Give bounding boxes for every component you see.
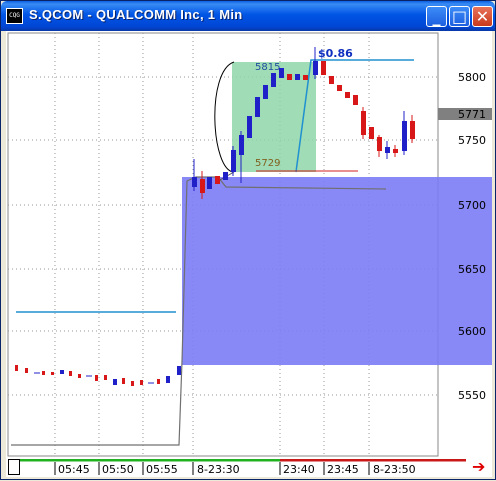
candle — [279, 68, 284, 78]
candle — [25, 368, 28, 373]
candle — [157, 379, 160, 384]
candle — [69, 371, 72, 376]
minimize-icon: _ — [432, 7, 441, 26]
close-button[interactable]: ✕ — [472, 6, 493, 27]
price-label-5700: 5700 — [458, 199, 486, 212]
candle — [329, 76, 334, 84]
current-price-label: 5771 — [458, 108, 486, 121]
time-label: 8-23:50 — [373, 463, 416, 476]
time-axis-bar[interactable]: 05:45 05:50 05:55 8-23:30 23:40 23:45 8-… — [6, 458, 492, 477]
time-label: 05:50 — [102, 463, 134, 476]
price-chart[interactable]: 5815 5729 $0.86 5800 5771 5750 5700 5650… — [6, 31, 492, 459]
candle — [247, 116, 252, 138]
candle — [231, 150, 236, 172]
candle — [369, 127, 374, 139]
candle — [113, 379, 117, 385]
high-label: 5815 — [255, 62, 280, 73]
time-label: 23:45 — [327, 463, 359, 476]
cqg-app-icon[interactable]: CQG — [6, 8, 23, 24]
candle — [402, 121, 407, 151]
candle — [263, 85, 268, 99]
candle — [353, 95, 358, 105]
candle — [15, 365, 18, 371]
candle — [410, 121, 415, 139]
candle — [51, 372, 54, 375]
candle — [223, 172, 228, 180]
title-bar[interactable]: CQG S.QCOM - QUALCOMM Inc, 1 Min _ □ ✕ — [1, 1, 495, 31]
candle — [255, 97, 260, 117]
projection-zone — [182, 177, 492, 365]
candle — [78, 374, 81, 378]
maximize-button[interactable]: □ — [449, 6, 470, 27]
candle — [271, 73, 276, 87]
candle — [287, 74, 292, 80]
right-arrow-icon[interactable]: ➔ — [472, 459, 485, 475]
chart-window: CQG S.QCOM - QUALCOMM Inc, 1 Min _ □ ✕ 5… — [0, 0, 496, 480]
close-icon: ✕ — [475, 7, 490, 26]
candle — [95, 375, 98, 381]
low-label: 5729 — [255, 158, 280, 169]
candle — [177, 366, 181, 375]
candle — [200, 179, 205, 193]
price-label-5750: 5750 — [458, 134, 486, 147]
candle — [192, 177, 197, 187]
scroll-box-icon[interactable] — [8, 459, 20, 475]
time-label: 05:45 — [58, 463, 90, 476]
time-labels: 05:45 05:50 05:55 8-23:30 23:40 23:45 8-… — [58, 463, 416, 476]
candle — [60, 370, 64, 374]
candle — [393, 149, 398, 153]
gain-label: $0.86 — [318, 47, 353, 60]
candle — [140, 380, 143, 385]
price-label-5650: 5650 — [458, 263, 486, 276]
candle — [104, 375, 107, 380]
candle — [337, 85, 342, 91]
time-label: 05:55 — [146, 463, 178, 476]
candle — [207, 177, 212, 189]
candle — [42, 371, 45, 375]
candle — [313, 61, 318, 75]
price-label-5600: 5600 — [458, 325, 486, 338]
candle — [131, 381, 134, 386]
time-label: 23:40 — [283, 463, 315, 476]
candle — [295, 74, 300, 80]
candle — [345, 92, 350, 98]
price-label-5550: 5550 — [458, 389, 486, 402]
candle — [215, 176, 220, 184]
candle — [361, 111, 366, 135]
candle — [321, 61, 326, 75]
price-label-5800: 5800 — [458, 71, 486, 84]
candle — [122, 378, 125, 384]
candle — [385, 147, 390, 153]
candle — [239, 135, 244, 155]
candle — [166, 376, 170, 383]
chart-canvas: 5815 5729 $0.86 5800 5771 5750 5700 5650… — [7, 32, 492, 457]
maximize-icon: □ — [451, 7, 468, 26]
candle — [377, 137, 382, 151]
time-axis: 05:45 05:50 05:55 8-23:30 23:40 23:45 8-… — [20, 458, 466, 476]
candle — [303, 75, 308, 80]
minimize-button[interactable]: _ — [426, 6, 447, 27]
window-title: S.QCOM - QUALCOMM Inc, 1 Min — [29, 7, 243, 22]
time-label: 8-23:30 — [197, 463, 240, 476]
